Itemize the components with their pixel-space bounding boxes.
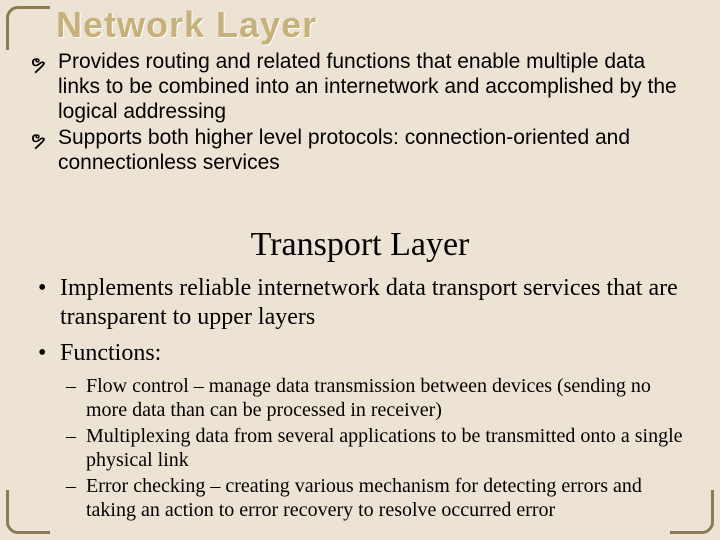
- list-item: • Functions:: [30, 339, 690, 368]
- list-item: ຯ Provides routing and related functions…: [30, 50, 690, 124]
- dash-icon: –: [66, 424, 76, 448]
- list-item-text: Flow control – manage data transmission …: [86, 375, 651, 421]
- transport-layer-list: • Implements reliable internetwork data …: [30, 274, 690, 524]
- list-item-text: Functions:: [60, 340, 161, 366]
- dash-icon: –: [66, 374, 76, 398]
- list-item: – Error checking – creating various mech…: [30, 474, 690, 522]
- list-item: – Flow control – manage data transmissio…: [30, 374, 690, 422]
- dash-icon: –: [66, 474, 76, 498]
- network-layer-list: ຯ Provides routing and related functions…: [30, 50, 690, 178]
- list-item-text: Supports both higher level protocols: co…: [58, 126, 630, 174]
- script-bullet-icon: ຯ: [30, 53, 46, 77]
- list-item-text: Error checking – creating various mechan…: [86, 475, 642, 521]
- functions-sublist: – Flow control – manage data transmissio…: [30, 374, 690, 522]
- script-bullet-icon: ຯ: [30, 129, 46, 153]
- bullet-icon: •: [38, 339, 46, 368]
- heading-network-layer: Network Layer: [56, 4, 317, 46]
- heading-transport-layer: Transport Layer: [0, 226, 720, 264]
- list-item: ຯ Supports both higher level protocols: …: [30, 126, 690, 176]
- list-item-text: Multiplexing data from several applicati…: [86, 425, 683, 471]
- slide: Network Layer ຯ Provides routing and rel…: [0, 0, 720, 540]
- corner-decoration: [6, 6, 50, 50]
- bullet-icon: •: [38, 274, 46, 303]
- list-item: • Implements reliable internetwork data …: [30, 274, 690, 333]
- list-item-text: Provides routing and related functions t…: [58, 50, 677, 123]
- list-item: – Multiplexing data from several applica…: [30, 424, 690, 472]
- list-item-text: Implements reliable internetwork data tr…: [60, 275, 678, 330]
